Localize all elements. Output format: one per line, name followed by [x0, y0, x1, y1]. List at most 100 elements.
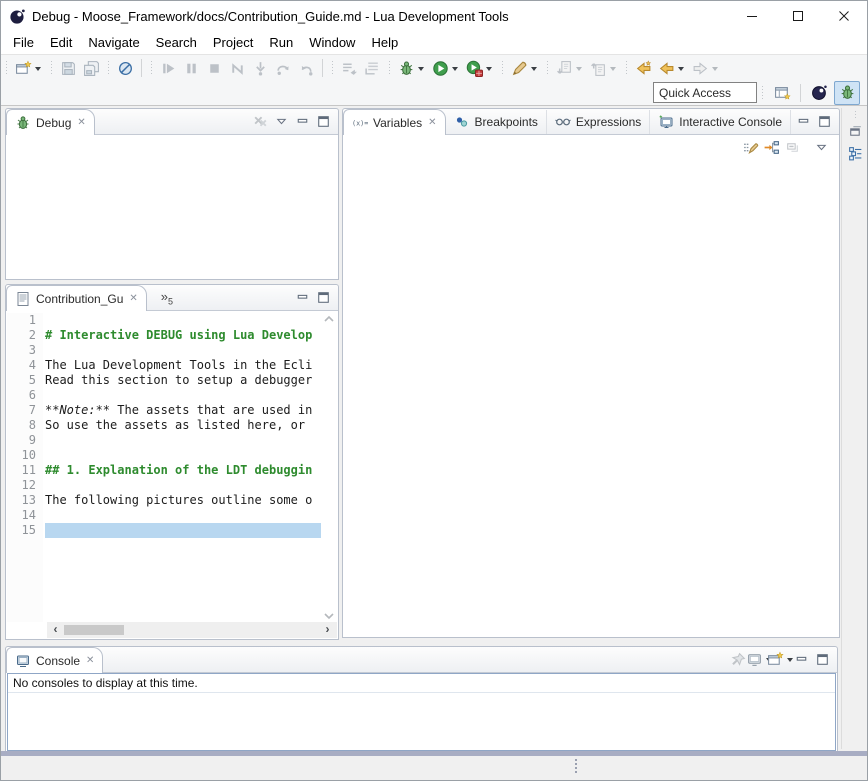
- debug-view-content[interactable]: [7, 135, 337, 278]
- editor-line-12[interactable]: [45, 478, 321, 493]
- editor-horizontal-scrollbar[interactable]: ‹ ›: [7, 622, 337, 638]
- maximize-button[interactable]: [812, 650, 833, 670]
- minimize-button[interactable]: [791, 650, 812, 670]
- trim-grip[interactable]: [854, 111, 857, 119]
- minimize-window-button[interactable]: [729, 1, 775, 31]
- editor-line-11[interactable]: ## 1. Explanation of the LDT debuggin: [45, 463, 321, 478]
- tab-expressions[interactable]: Expressions: [547, 110, 650, 134]
- back-button[interactable]: [655, 56, 689, 80]
- run-button[interactable]: [429, 56, 463, 80]
- menu-edit[interactable]: Edit: [42, 32, 80, 53]
- tab-variables[interactable]: (x)=Variables✕: [343, 109, 446, 135]
- menu-run[interactable]: Run: [261, 32, 301, 53]
- editor-line-15[interactable]: [45, 523, 321, 538]
- close-tab-icon[interactable]: ✕: [428, 118, 436, 128]
- line-number[interactable]: 15: [7, 523, 43, 538]
- minimize-button[interactable]: [292, 288, 313, 308]
- close-window-button[interactable]: [821, 1, 867, 31]
- close-tab-icon[interactable]: ✕: [86, 656, 94, 666]
- open-console-button[interactable]: [770, 650, 791, 670]
- tab-interactive-console[interactable]: Interactive Console: [650, 110, 791, 134]
- new-wizard-dropdown-caret[interactable]: [35, 67, 41, 71]
- line-number[interactable]: 3: [7, 343, 43, 358]
- line-number[interactable]: 13: [7, 493, 43, 508]
- skip-breakpoints-button[interactable]: [114, 56, 137, 80]
- open-perspective-button[interactable]: [769, 81, 795, 105]
- last-edit-location-button[interactable]: [632, 56, 655, 80]
- editor-line-8[interactable]: So use the assets as listed here, or: [45, 418, 321, 433]
- status-drag-handle[interactable]: [575, 759, 577, 773]
- editor-line-7[interactable]: **Note:** The assets that are used in: [45, 403, 321, 418]
- editor-line-2[interactable]: # Interactive DEBUG using Lua Develop: [45, 328, 321, 343]
- fastview-restore-button[interactable]: [845, 121, 865, 141]
- menu-navigate[interactable]: Navigate: [80, 32, 147, 53]
- external-tools-button[interactable]: [508, 56, 542, 80]
- line-number[interactable]: 4: [7, 358, 43, 373]
- scroll-up-icon[interactable]: [323, 313, 335, 323]
- toolbar-grip[interactable]: [107, 61, 110, 75]
- lua-perspective-button[interactable]: [806, 81, 832, 105]
- tab-breakpoints[interactable]: Breakpoints: [446, 110, 547, 134]
- line-number[interactable]: 9: [7, 433, 43, 448]
- menu-help[interactable]: Help: [363, 32, 406, 53]
- toolbar-grip[interactable]: [625, 61, 628, 75]
- scroll-left-icon[interactable]: ‹: [49, 623, 62, 636]
- show-logical-structures-button[interactable]: [761, 138, 782, 158]
- scroll-right-icon[interactable]: ›: [321, 623, 334, 636]
- maximize-window-button[interactable]: [775, 1, 821, 31]
- line-number[interactable]: 14: [7, 508, 43, 523]
- line-number[interactable]: 8: [7, 418, 43, 433]
- line-number-ruler[interactable]: 123456789101112131415: [7, 313, 43, 622]
- line-number[interactable]: 2: [7, 328, 43, 343]
- console-content[interactable]: No consoles to display at this time.: [7, 673, 836, 751]
- editor-text-area[interactable]: # Interactive DEBUG using Lua Develop The…: [45, 313, 321, 622]
- editor-vertical-scrollbar[interactable]: [321, 311, 337, 622]
- toolbar-grip[interactable]: [388, 61, 391, 75]
- outline-view-button[interactable]: [845, 143, 865, 163]
- debug-button[interactable]: [395, 56, 429, 80]
- line-number[interactable]: 1: [7, 313, 43, 328]
- maximize-button[interactable]: [313, 288, 334, 308]
- editor-line-9[interactable]: [45, 433, 321, 448]
- menu-search[interactable]: Search: [148, 32, 205, 53]
- back-dropdown-caret[interactable]: [678, 67, 684, 71]
- hidden-editors-chevron[interactable]: »5: [161, 289, 173, 307]
- toolbar-grip[interactable]: [501, 61, 504, 75]
- menu-file[interactable]: File: [5, 32, 42, 53]
- editor-line-5[interactable]: Read this section to setup a debugger: [45, 373, 321, 388]
- maximize-button[interactable]: [313, 112, 334, 132]
- editor-line-6[interactable]: [45, 388, 321, 403]
- view-menu-button[interactable]: [811, 138, 832, 158]
- debug-dropdown-caret[interactable]: [418, 67, 424, 71]
- close-tab-icon[interactable]: ✕: [77, 118, 85, 128]
- line-number[interactable]: 12: [7, 478, 43, 493]
- tab-console[interactable]: Console ✕: [6, 647, 103, 673]
- scroll-down-icon[interactable]: [323, 610, 335, 620]
- line-number[interactable]: 10: [7, 448, 43, 463]
- toolbar-grip[interactable]: [5, 61, 8, 75]
- debug-perspective-button[interactable]: [834, 81, 860, 105]
- line-number[interactable]: 11: [7, 463, 43, 478]
- editor-line-4[interactable]: The Lua Development Tools in the Ecli: [45, 358, 321, 373]
- editor-line-14[interactable]: [45, 508, 321, 523]
- menu-window[interactable]: Window: [301, 32, 363, 53]
- line-number[interactable]: 7: [7, 403, 43, 418]
- run-coverage-dropdown-caret[interactable]: [486, 67, 492, 71]
- minimize-button[interactable]: [793, 112, 814, 132]
- editor-line-10[interactable]: [45, 448, 321, 463]
- editor-line-13[interactable]: The following pictures outline some o: [45, 493, 321, 508]
- toolbar-grip[interactable]: [150, 61, 153, 75]
- show-type-names-button[interactable]: [740, 138, 761, 158]
- tab-debug[interactable]: Debug ✕: [6, 109, 95, 135]
- horizontal-scroll-thumb[interactable]: [64, 625, 124, 635]
- variables-view-content[interactable]: [344, 160, 838, 636]
- toolbar-grip[interactable]: [761, 86, 764, 100]
- maximize-button[interactable]: [814, 112, 835, 132]
- toolbar-grip[interactable]: [331, 61, 334, 75]
- minimize-button[interactable]: [292, 112, 313, 132]
- toolbar-grip[interactable]: [546, 61, 549, 75]
- toolbar-grip[interactable]: [50, 61, 53, 75]
- external-tools-dropdown-caret[interactable]: [531, 67, 537, 71]
- run-dropdown-caret[interactable]: [452, 67, 458, 71]
- menu-project[interactable]: Project: [205, 32, 261, 53]
